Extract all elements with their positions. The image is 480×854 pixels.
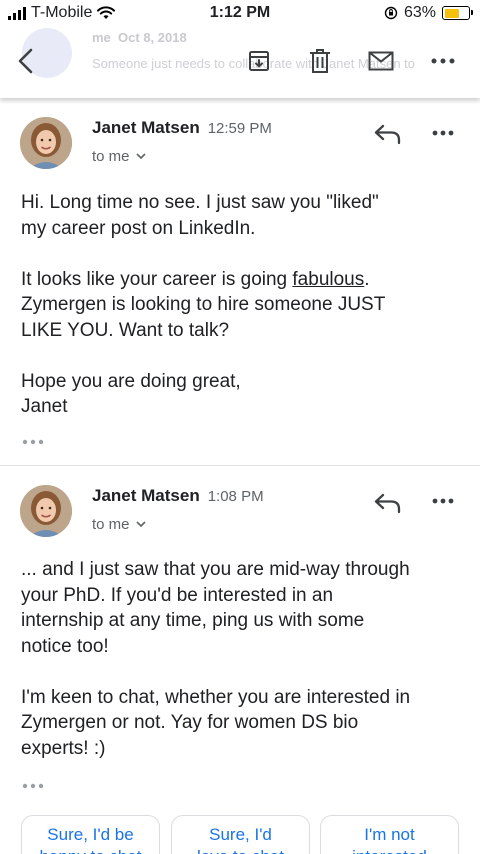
smart-reply-label: Sure, I'd bbox=[209, 825, 272, 844]
recipient-label: to me bbox=[92, 516, 130, 533]
back-arrow-icon[interactable] bbox=[12, 46, 42, 76]
body-line: my career post on LinkedIn. bbox=[21, 217, 256, 239]
underlined-word: fabulous bbox=[292, 268, 365, 290]
body-line: It looks like your career is going fabul… bbox=[21, 268, 370, 290]
mail-icon[interactable] bbox=[366, 46, 396, 76]
recipient-label: to me bbox=[92, 148, 130, 165]
message-body: ... and I just saw that you are mid-way … bbox=[21, 557, 466, 787]
recipient-toggle[interactable]: to me bbox=[92, 148, 146, 165]
body-line: Hi. Long time no see. I just saw you "li… bbox=[21, 192, 379, 213]
more-icon[interactable] bbox=[428, 46, 458, 76]
reply-icon[interactable] bbox=[374, 492, 402, 514]
show-trimmed-ellipsis-icon[interactable] bbox=[21, 438, 45, 446]
ghost-date: Oct 8, 2018 bbox=[118, 30, 187, 45]
chevron-down-icon bbox=[135, 153, 146, 160]
body-line: Zymergen is looking to hire someone JUST bbox=[21, 294, 386, 315]
smart-reply-label: Sure, I'd be bbox=[47, 825, 134, 844]
smart-reply-2[interactable]: Sure, I'd love to chat bbox=[171, 815, 310, 854]
trash-icon[interactable] bbox=[305, 46, 335, 76]
smart-reply-label: interested bbox=[321, 846, 458, 854]
body-line: Janet bbox=[21, 396, 68, 417]
body-line: internship at any time, ping us with som… bbox=[21, 610, 365, 631]
message-time: 12:59 PM bbox=[207, 120, 272, 137]
status-right: 63% bbox=[384, 4, 473, 22]
chevron-down-icon bbox=[135, 521, 146, 528]
body-line: experts! :) bbox=[21, 737, 106, 759]
avatar[interactable] bbox=[20, 117, 72, 169]
body-line: notice too! bbox=[21, 635, 109, 657]
message-time: 1:08 PM bbox=[207, 488, 264, 505]
status-bar: T-Mobile 1:12 PM 63% bbox=[0, 0, 480, 28]
body-line: Zymergen or not. Yay for women DS bio bbox=[21, 712, 359, 733]
sender-name: Janet Matsen 1:08 PM bbox=[92, 486, 264, 505]
smart-reply-label: I'm not bbox=[364, 825, 415, 844]
battery-icon bbox=[442, 6, 473, 20]
smart-reply-3[interactable]: I'm not interested bbox=[320, 815, 459, 854]
smart-reply-1[interactable]: Sure, I'd be happy to chat bbox=[21, 815, 160, 854]
avatar[interactable] bbox=[20, 485, 72, 537]
smart-reply-label: love to chat bbox=[172, 846, 309, 854]
message-1: Janet Matsen 12:59 PM to me Hi. Long time… bbox=[0, 100, 480, 466]
show-trimmed-ellipsis-icon[interactable] bbox=[21, 782, 45, 790]
body-line: I'm keen to chat, whether you are intere… bbox=[21, 686, 411, 708]
battery-percent: 63% bbox=[403, 4, 436, 21]
body-line: LIKE YOU. Want to talk? bbox=[21, 319, 230, 341]
more-icon[interactable] bbox=[428, 127, 458, 139]
message-body: Hi. Long time no see. I just saw you "li… bbox=[21, 190, 466, 445]
more-icon[interactable] bbox=[428, 495, 458, 507]
smart-reply-label: happy to chat bbox=[22, 846, 159, 854]
body-line: Hope you are doing great, bbox=[21, 370, 241, 392]
body-line: ... and I just saw that you are mid-way … bbox=[21, 559, 410, 580]
archive-icon[interactable] bbox=[244, 46, 274, 76]
message-2: Janet Matsen 1:08 PM to me ... and I just… bbox=[0, 467, 480, 854]
recipient-toggle[interactable]: to me bbox=[92, 516, 146, 533]
orientation-lock-icon bbox=[384, 6, 398, 20]
ghost-sender: me Oct 8, 2018 bbox=[92, 30, 187, 45]
sender-name: Janet Matsen 12:59 PM bbox=[92, 118, 272, 137]
reply-icon[interactable] bbox=[374, 123, 402, 145]
message-toolbar: me Oct 8, 2018 Someone just needs to col… bbox=[0, 28, 480, 98]
body-line: your PhD. If you'd be interested in an bbox=[21, 584, 334, 606]
